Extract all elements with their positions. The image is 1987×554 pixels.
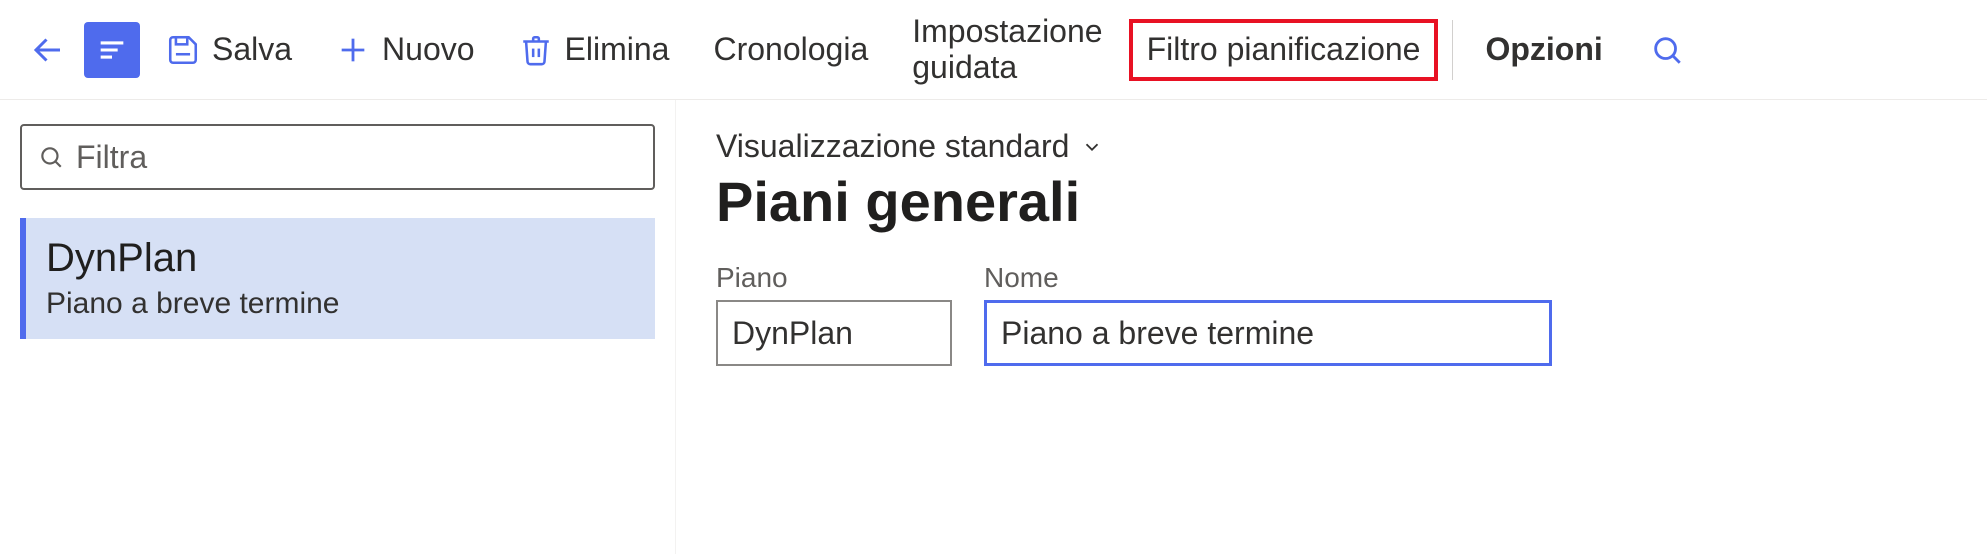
- view-selector[interactable]: Visualizzazione standard: [716, 128, 1947, 165]
- search-button[interactable]: [1639, 22, 1695, 78]
- planning-filter-button[interactable]: Filtro pianificazione: [1129, 19, 1439, 81]
- filter-placeholder: Filtra: [76, 139, 147, 176]
- planning-filter-label: Filtro pianificazione: [1147, 31, 1421, 68]
- delete-label: Elimina: [565, 31, 670, 68]
- piano-label: Piano: [716, 262, 952, 294]
- options-label: Opzioni: [1485, 31, 1602, 68]
- history-button[interactable]: Cronologia: [695, 15, 886, 85]
- form-row: Piano DynPlan Nome Piano a breve termine: [716, 262, 1947, 366]
- piano-field: Piano DynPlan: [716, 262, 952, 366]
- view-selector-label: Visualizzazione standard: [716, 128, 1069, 165]
- new-label: Nuovo: [382, 31, 475, 68]
- nome-label: Nome: [984, 262, 1552, 294]
- new-button[interactable]: Nuovo: [318, 15, 493, 85]
- main-area: Filtra DynPlan Piano a breve termine Vis…: [0, 100, 1987, 554]
- delete-button[interactable]: Elimina: [501, 15, 688, 85]
- save-icon: [166, 33, 200, 67]
- search-icon: [1650, 33, 1684, 67]
- list-panel: Filtra DynPlan Piano a breve termine: [0, 100, 676, 554]
- nome-input[interactable]: Piano a breve termine: [984, 300, 1552, 366]
- guided-setup-button[interactable]: Impostazione guidata: [894, 15, 1120, 85]
- history-label: Cronologia: [713, 31, 868, 68]
- guided-setup-line2: guidata: [912, 50, 1102, 85]
- nome-value: Piano a breve termine: [1001, 315, 1314, 352]
- page-title: Piani generali: [716, 169, 1947, 234]
- piano-value: DynPlan: [732, 315, 853, 352]
- list-icon: [95, 33, 129, 67]
- filter-input[interactable]: Filtra: [20, 124, 655, 190]
- arrow-left-icon: [30, 32, 66, 68]
- form-panel: Visualizzazione standard Piani generali …: [676, 100, 1987, 554]
- trash-icon: [519, 33, 553, 67]
- guided-setup-line1: Impostazione: [912, 14, 1102, 49]
- list-view-button[interactable]: [84, 22, 140, 78]
- save-button[interactable]: Salva: [148, 15, 310, 85]
- list-item[interactable]: DynPlan Piano a breve termine: [20, 218, 655, 339]
- options-button[interactable]: Opzioni: [1467, 15, 1620, 85]
- toolbar-divider: [1452, 20, 1453, 80]
- plus-icon: [336, 33, 370, 67]
- toolbar: Salva Nuovo Elimina Cronologia Impostazi…: [0, 0, 1987, 100]
- nome-field: Nome Piano a breve termine: [984, 262, 1552, 366]
- list-item-title: DynPlan: [46, 236, 635, 281]
- save-label: Salva: [212, 31, 292, 68]
- piano-input[interactable]: DynPlan: [716, 300, 952, 366]
- back-button[interactable]: [20, 22, 76, 78]
- chevron-down-icon: [1081, 136, 1103, 158]
- list-item-subtitle: Piano a breve termine: [46, 287, 635, 321]
- filter-search-icon: [38, 144, 64, 170]
